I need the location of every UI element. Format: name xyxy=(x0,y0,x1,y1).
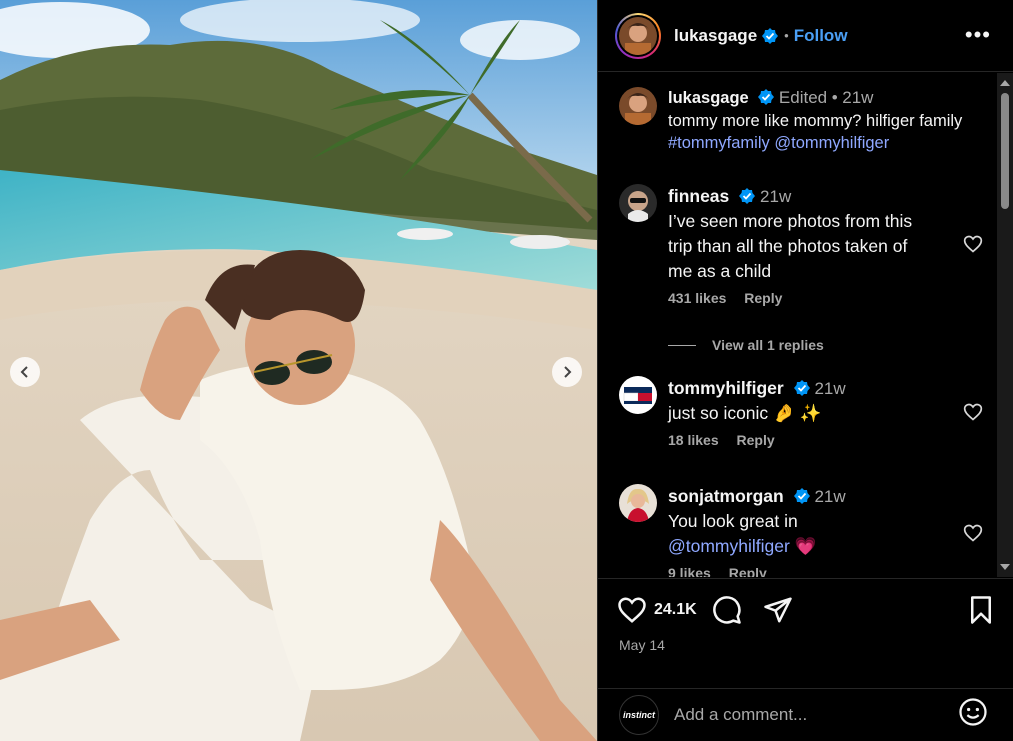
comment-emoji: 🤌 ✨ xyxy=(773,403,822,423)
caption-mention[interactable]: @tommyhilfiger xyxy=(774,134,889,152)
chevron-left-icon xyxy=(19,366,31,378)
comments-scrollbar[interactable] xyxy=(997,73,1013,577)
follow-button[interactable]: Follow xyxy=(794,26,848,46)
comment-username[interactable]: tommyhilfiger xyxy=(668,378,784,398)
heart-icon[interactable] xyxy=(963,523,983,543)
edited-label: Edited xyxy=(778,88,828,107)
list-item: tommyhilfiger 21w just so iconic 🤌 ✨ 18 … xyxy=(619,376,989,448)
share-icon[interactable] xyxy=(763,595,793,625)
like-count[interactable]: 24.1K xyxy=(654,601,697,619)
comment-time[interactable]: 21w xyxy=(814,487,845,506)
comment-username[interactable]: sonjatmorgan xyxy=(668,486,784,506)
comment-icon[interactable] xyxy=(712,595,742,625)
caption-time[interactable]: 21w xyxy=(842,88,873,107)
heart-icon[interactable] xyxy=(963,402,983,422)
comments-list[interactable]: lukasgage Edited • 21w tommy more like m… xyxy=(598,73,998,577)
heart-icon[interactable] xyxy=(617,595,647,625)
comment-time[interactable]: 21w xyxy=(814,379,845,398)
post-actions: 24.1K May 14 xyxy=(598,578,1013,688)
scroll-up-arrow[interactable] xyxy=(1000,80,1010,86)
avatar[interactable] xyxy=(619,484,657,522)
caption-username[interactable]: lukasgage xyxy=(668,89,749,107)
reply-button[interactable]: Reply xyxy=(744,290,782,306)
view-replies-label: View all 1 replies xyxy=(712,337,824,353)
verified-badge-icon xyxy=(739,186,756,204)
comment-text: just so iconic xyxy=(668,403,769,423)
avatar[interactable] xyxy=(619,376,657,414)
caption-separator: • xyxy=(831,88,838,107)
author-username[interactable]: lukasgage xyxy=(674,26,757,46)
reply-button[interactable]: Reply xyxy=(729,565,767,577)
heart-icon[interactable] xyxy=(963,234,983,254)
reply-button[interactable]: Reply xyxy=(737,432,775,448)
caption: lukasgage Edited • 21w tommy more like m… xyxy=(619,87,989,155)
view-replies-button[interactable]: View all 1 replies xyxy=(668,337,824,353)
comment-input[interactable] xyxy=(674,705,934,725)
scroll-down-arrow[interactable] xyxy=(1000,564,1010,570)
avatar[interactable] xyxy=(619,184,657,222)
chevron-right-icon xyxy=(561,366,573,378)
verified-badge-icon xyxy=(793,378,810,396)
comment-text: You look great in xyxy=(668,511,798,531)
previous-photo-button[interactable] xyxy=(10,357,40,387)
emoji-icon[interactable] xyxy=(958,697,988,727)
list-item: sonjatmorgan 21w You look great in @tomm… xyxy=(619,484,989,577)
comment-likes[interactable]: 18 likes xyxy=(668,432,719,448)
avatar[interactable] xyxy=(619,87,657,125)
comment-likes[interactable]: 9 likes xyxy=(668,565,711,577)
replies-divider xyxy=(668,345,696,346)
post-photo xyxy=(0,0,597,741)
bookmark-icon[interactable] xyxy=(966,595,996,625)
caption-text: tommy more like mommy? hilfiger family xyxy=(668,111,963,130)
verified-badge-icon xyxy=(762,27,779,44)
verified-badge-icon xyxy=(793,486,810,504)
next-photo-button[interactable] xyxy=(552,357,582,387)
post-header: lukasgage • Follow ••• xyxy=(598,0,1013,72)
avatar[interactable]: instinct xyxy=(619,695,659,735)
list-item: finneas 21w I’ve seen more photos from t… xyxy=(619,184,989,306)
post-date[interactable]: May 14 xyxy=(619,637,665,653)
caption-hashtag[interactable]: #tommyfamily xyxy=(668,134,770,152)
scroll-thumb[interactable] xyxy=(1001,93,1009,209)
more-options-button[interactable]: ••• xyxy=(965,22,991,48)
comment-mention[interactable]: @tommyhilfiger xyxy=(668,536,790,556)
verified-badge-icon xyxy=(758,89,775,105)
header-separator: • xyxy=(784,28,789,43)
comment-username[interactable]: finneas xyxy=(668,186,729,206)
comment-text: I’ve seen more photos from this trip tha… xyxy=(668,211,913,281)
add-comment-bar: instinct xyxy=(598,688,1013,741)
post-side-panel: lukasgage • Follow ••• lukasgage Edited … xyxy=(597,0,1013,741)
comment-time[interactable]: 21w xyxy=(760,187,791,206)
comment-emoji: 💗 xyxy=(794,536,817,556)
comment-likes[interactable]: 431 likes xyxy=(668,290,726,306)
author-avatar[interactable] xyxy=(615,12,661,59)
